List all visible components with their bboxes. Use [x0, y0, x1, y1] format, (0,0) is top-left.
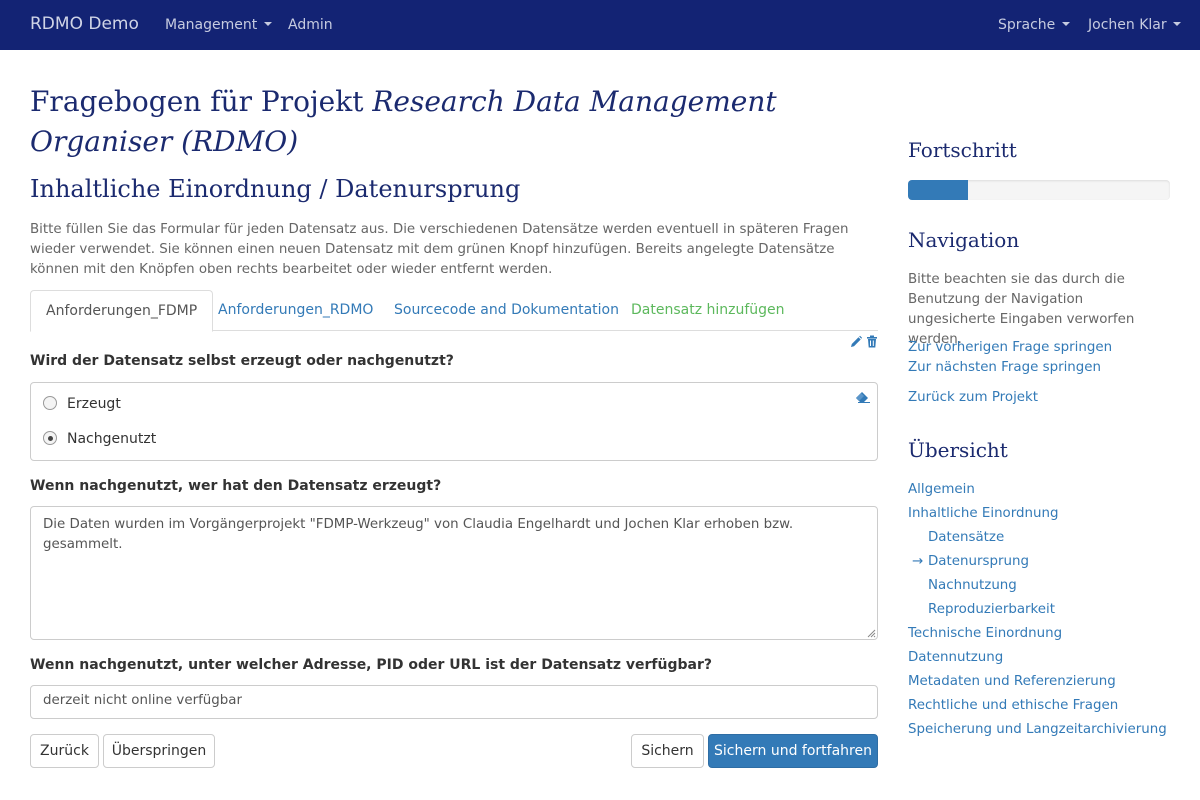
resize-handle-icon[interactable] — [866, 628, 876, 638]
skip-button[interactable]: Überspringen — [103, 734, 215, 768]
tab-anforderungen-fdmp[interactable]: Anforderungen_FDMP — [30, 290, 214, 332]
dataset-actions — [850, 335, 878, 351]
overview-item-rechtliche-fragen[interactable]: Rechtliche und ethische Fragen — [908, 698, 1118, 713]
save-continue-button[interactable]: Sichern und fortfahren — [708, 734, 878, 768]
brand-link[interactable]: RDMO Demo — [30, 14, 139, 34]
save-button[interactable]: Sichern — [631, 734, 704, 768]
overview-item-inhaltliche-einordnung[interactable]: Inhaltliche Einordnung — [908, 506, 1058, 521]
tab-sourcecode-dokumentation[interactable]: Sourcecode and Dokumentation — [394, 290, 619, 331]
back-button[interactable]: Zurück — [30, 734, 99, 768]
overview-item-datensaetze[interactable]: Datensätze — [928, 530, 1004, 545]
radio-option-nachgenutzt[interactable]: Nachgenutzt — [43, 431, 156, 447]
next-question-link[interactable]: Zur nächsten Frage springen — [908, 360, 1101, 375]
creator-textarea[interactable]: Die Daten wurden im Vorgängerprojekt "FD… — [30, 506, 878, 640]
management-menu-label: Management — [165, 17, 258, 33]
progress-fill — [908, 180, 969, 200]
chevron-down-icon — [1061, 22, 1070, 26]
overview-item-allgemein[interactable]: Allgemein — [908, 482, 975, 497]
language-menu[interactable]: Sprache — [998, 17, 1070, 33]
pencil-icon[interactable] — [850, 335, 862, 348]
user-menu[interactable]: Jochen Klar — [1088, 17, 1182, 33]
creator-textarea-value: Die Daten wurden im Vorgängerprojekt "FD… — [43, 517, 794, 552]
user-menu-label: Jochen Klar — [1088, 17, 1167, 33]
radio-label: Nachgenutzt — [67, 431, 157, 447]
overview-title: Übersicht — [908, 438, 1008, 462]
question-label-address: Wenn nachgenutzt, unter welcher Adresse,… — [30, 657, 713, 673]
overview-item-datenursprung[interactable]: Datenursprung — [928, 554, 1029, 569]
origin-radio-group: Erzeugt Nachgenutzt — [30, 382, 878, 461]
chevron-down-icon — [263, 22, 272, 26]
admin-link[interactable]: Admin — [288, 17, 333, 33]
address-input[interactable]: derzeit nicht online verfügbar — [30, 685, 878, 719]
add-dataset-tab[interactable]: Datensatz hinzufügen — [631, 290, 785, 331]
radio-button-checked[interactable] — [43, 431, 57, 445]
navigation-title: Navigation — [908, 228, 1020, 252]
overview-item-nachnutzung[interactable]: Nachnutzung — [928, 578, 1017, 593]
page-title-prefix: Fragebogen für Projekt — [30, 85, 373, 118]
address-input-value: derzeit nicht online verfügbar — [43, 693, 242, 708]
overview-item-speicherung[interactable]: Speicherung und Langzeitarchivierung — [908, 722, 1167, 737]
overview-item-datennutzung[interactable]: Datennutzung — [908, 650, 1003, 665]
radio-label: Erzeugt — [67, 396, 121, 412]
section-title: Inhaltliche Einordnung / Datenursprung — [30, 175, 521, 203]
question-label-origin: Wird der Datensatz selbst erzeugt oder n… — [30, 353, 454, 369]
management-menu[interactable]: Management — [165, 17, 272, 33]
current-arrow-icon: → — [912, 554, 924, 569]
question-label-creator: Wenn nachgenutzt, wer hat den Datensatz … — [30, 478, 442, 494]
radio-button[interactable] — [43, 396, 57, 410]
progress-bar — [908, 180, 1170, 200]
tab-anforderungen-rdmo[interactable]: Anforderungen_RDMO — [218, 290, 373, 331]
page-title: Fragebogen für Projekt Research Data Man… — [30, 82, 890, 162]
language-menu-label: Sprache — [998, 17, 1056, 33]
top-navbar: RDMO Demo Management Admin Sprache Joche… — [0, 0, 1200, 50]
back-to-project-link[interactable]: Zurück zum Projekt — [908, 390, 1038, 405]
overview-item-technische-einordnung[interactable]: Technische Einordnung — [908, 626, 1062, 641]
chevron-down-icon — [1173, 22, 1182, 26]
prev-question-link[interactable]: Zur vorherigen Frage springen — [908, 340, 1112, 355]
navigation-help-text: Bitte beachten sie das durch die Benutzu… — [908, 272, 1135, 347]
overview-item-metadaten[interactable]: Metadaten und Referenzierung — [908, 674, 1116, 689]
progress-title: Fortschritt — [908, 138, 1017, 162]
trash-icon[interactable] — [866, 335, 878, 348]
dataset-tabs: Anforderungen_FDMP Anforderungen_RDMO So… — [30, 290, 878, 332]
radio-option-erzeugt[interactable]: Erzeugt — [43, 396, 121, 412]
overview-item-reproduzierbarkeit[interactable]: Reproduzierbarkeit — [928, 602, 1055, 617]
help-text: Bitte füllen Sie das Formular für jeden … — [30, 222, 849, 277]
eraser-icon[interactable] — [855, 391, 871, 403]
